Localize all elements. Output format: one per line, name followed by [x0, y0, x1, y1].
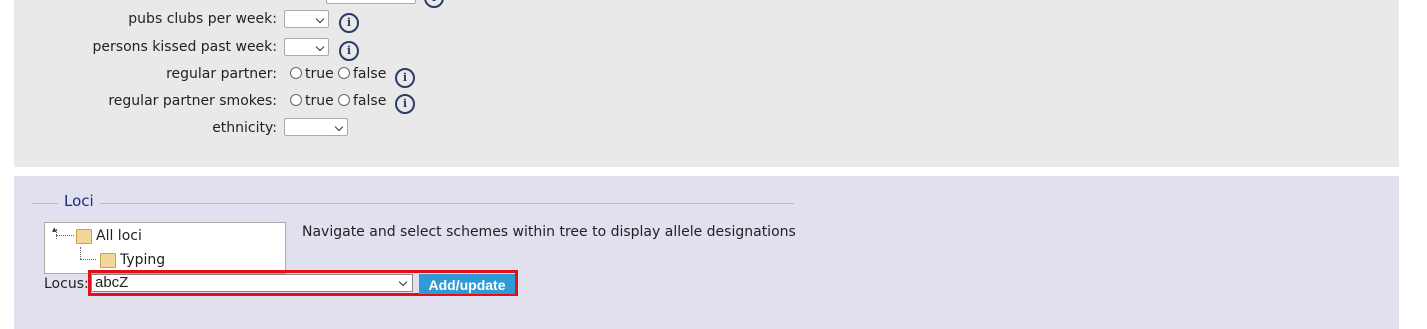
- add-update-button[interactable]: Add/update: [419, 274, 515, 294]
- radio-label: false: [353, 66, 387, 82]
- radio-label: false: [353, 93, 387, 109]
- regular-partner-label: regular partner:: [166, 66, 277, 82]
- partner-smokes-label: regular partner smokes:: [108, 93, 277, 109]
- ethnicity-select[interactable]: [284, 118, 348, 136]
- radio-label: true: [305, 93, 334, 109]
- loci-legend: Loci: [58, 191, 100, 211]
- regular-partner-true-radio[interactable]: [290, 67, 302, 79]
- ethnicity-label: ethnicity:: [212, 120, 277, 136]
- tree-node-typing[interactable]: Typing: [120, 250, 165, 270]
- tree-connector: [56, 235, 74, 236]
- info-icon[interactable]: i: [339, 13, 359, 33]
- info-icon[interactable]: i: [395, 94, 415, 114]
- regular-partner-false-radio[interactable]: [338, 67, 350, 79]
- fieldset-border: [32, 203, 794, 204]
- radio-label: true: [305, 66, 334, 82]
- partial-select[interactable]: [326, 0, 416, 4]
- persons-kissed-label: persons kissed past week:: [92, 39, 277, 55]
- pubs-clubs-select[interactable]: [284, 10, 329, 28]
- tree-connector: [80, 259, 96, 260]
- pubs-clubs-label: pubs clubs per week:: [128, 11, 277, 27]
- locus-select[interactable]: abcZ: [91, 274, 413, 292]
- locus-label: Locus:: [44, 276, 89, 292]
- info-icon[interactable]: i: [395, 68, 415, 88]
- loci-tree[interactable]: ▴ All loci Typing: [44, 222, 286, 274]
- persons-kissed-select[interactable]: [284, 38, 329, 56]
- partner-smokes-false-radio[interactable]: [338, 94, 350, 106]
- folder-icon: [76, 229, 92, 244]
- tree-connector: [80, 247, 81, 259]
- tree-hint-text: Navigate and select schemes within tree …: [302, 224, 796, 240]
- info-icon[interactable]: i: [339, 41, 359, 61]
- folder-icon: [100, 253, 116, 268]
- partner-smokes-true-radio[interactable]: [290, 94, 302, 106]
- tree-toggle-icon[interactable]: ▴: [52, 225, 57, 235]
- tree-node-all-loci[interactable]: All loci: [96, 226, 142, 246]
